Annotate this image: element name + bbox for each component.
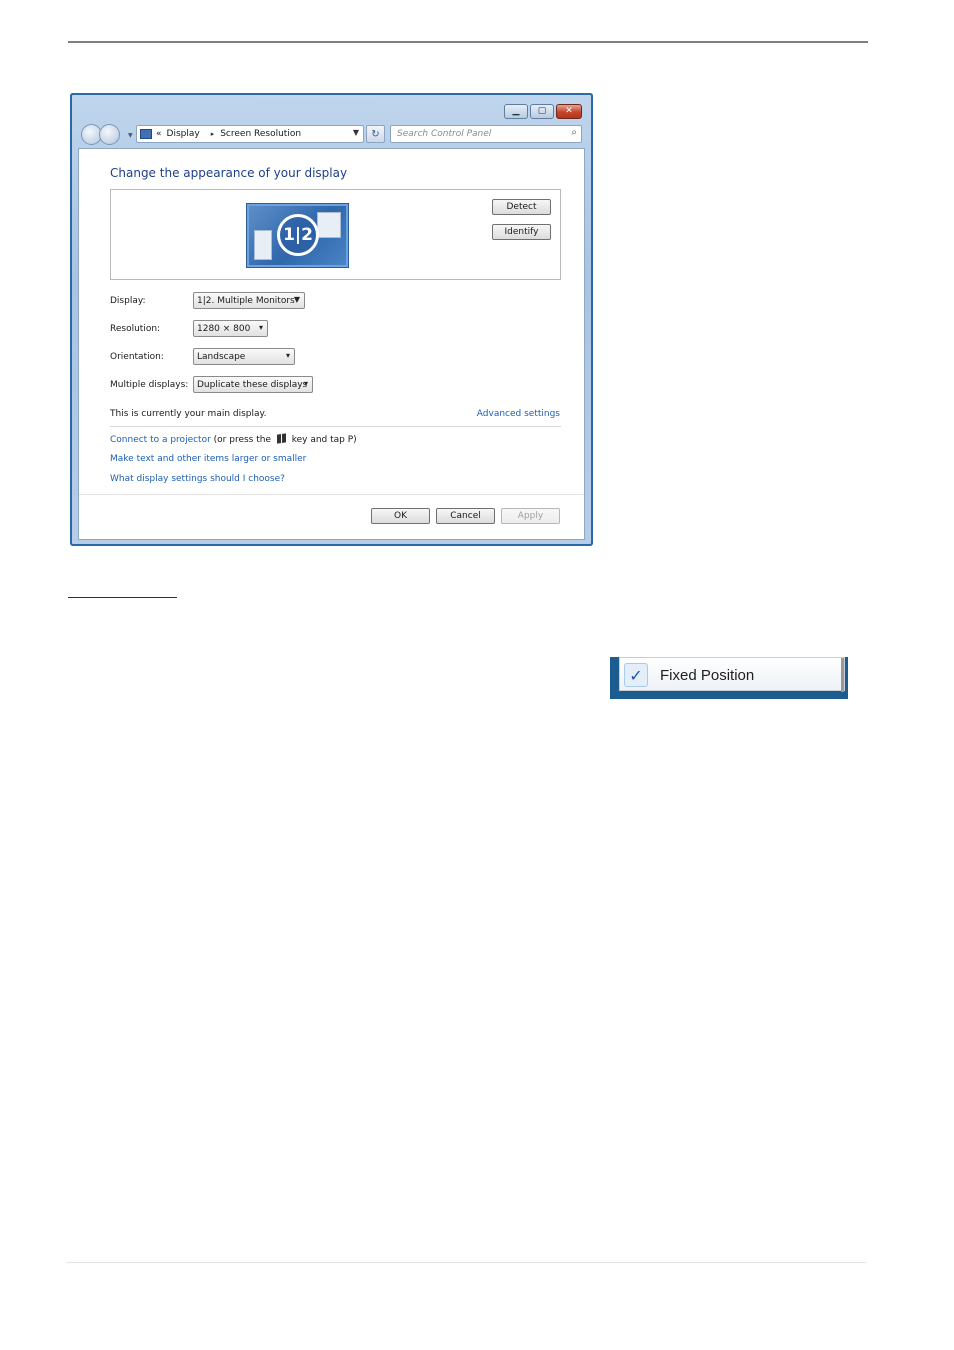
- chevron-down-icon: ▾: [303, 379, 308, 388]
- display-select-value: 1|2. Multiple Monitors: [197, 296, 295, 306]
- context-menu-snippet: ✓ Fixed Position: [610, 657, 848, 699]
- footer-divider: [79, 494, 584, 495]
- window-thumbnail-icon: [254, 230, 272, 260]
- page-title: Change the appearance of your display: [110, 166, 348, 180]
- apply-button[interactable]: Apply: [501, 508, 560, 524]
- monitor-icon[interactable]: 1|2: [247, 204, 348, 267]
- display-select[interactable]: 1|2. Multiple Monitors ▼: [193, 292, 305, 309]
- bottom-rule: [66, 1262, 866, 1263]
- projector-line: Connect to a projector (or press the key…: [110, 433, 357, 445]
- cancel-button[interactable]: Cancel: [436, 508, 495, 524]
- nav-buttons: [81, 124, 120, 145]
- chevron-down-icon: ▾: [258, 323, 263, 332]
- display-help-link[interactable]: What display settings should I choose?: [110, 474, 285, 484]
- chevron-down-icon: ▼: [293, 295, 300, 304]
- multiple-displays-select[interactable]: Duplicate these displays ▾: [193, 376, 313, 393]
- resolution-select-value: 1280 × 800: [197, 324, 251, 334]
- chevron-down-icon: ▾: [285, 351, 290, 360]
- monitor-panel: 1|2 Detect Identify: [110, 189, 561, 280]
- checkmark-icon: ✓: [624, 663, 648, 687]
- breadcrumb-separator-icon[interactable]: ▸: [211, 130, 215, 138]
- orientation-label: Orientation:: [110, 352, 164, 362]
- refresh-icon[interactable]: ↻: [366, 125, 385, 143]
- multiple-displays-label: Multiple displays:: [110, 380, 189, 390]
- fixed-position-label: Fixed Position: [660, 667, 755, 684]
- forward-button[interactable]: [99, 124, 120, 145]
- windows-key-icon: [276, 433, 286, 444]
- resolution-label: Resolution:: [110, 324, 161, 334]
- main-display-note: This is currently your main display.: [110, 409, 267, 419]
- top-rule: [68, 41, 868, 43]
- maximize-icon[interactable]: ▢: [530, 104, 554, 119]
- fixed-position-menu-item[interactable]: ✓ Fixed Position: [619, 657, 845, 692]
- minimize-icon[interactable]: ▁: [504, 104, 528, 119]
- search-placeholder: Search Control Panel: [397, 129, 492, 139]
- ok-button[interactable]: OK: [371, 508, 430, 524]
- address-dropdown-icon[interactable]: ▼: [353, 128, 359, 137]
- section-underline: [68, 597, 177, 598]
- search-icon[interactable]: ⌕: [571, 127, 577, 138]
- orientation-select[interactable]: Landscape ▾: [193, 348, 295, 365]
- identify-button[interactable]: Identify: [492, 224, 551, 240]
- breadcrumb-display[interactable]: Display: [167, 129, 200, 139]
- breadcrumb-screen-resolution[interactable]: Screen Resolution: [220, 129, 301, 139]
- close-icon[interactable]: ✕: [556, 104, 582, 119]
- address-prefix: «: [156, 129, 162, 139]
- search-input[interactable]: Search Control Panel ⌕: [390, 125, 582, 143]
- connect-projector-link[interactable]: Connect to a projector: [110, 435, 211, 445]
- monitor-number: 1|2: [277, 214, 319, 256]
- divider: [110, 426, 561, 427]
- window-thumbnail-icon: [317, 212, 341, 238]
- resolution-select[interactable]: 1280 × 800 ▾: [193, 320, 268, 337]
- display-label: Display:: [110, 296, 146, 306]
- orientation-select-value: Landscape: [197, 352, 246, 362]
- menu-edge: [841, 658, 844, 692]
- projector-hint-prefix: (or press the: [210, 435, 274, 445]
- control-panel-icon: [140, 129, 152, 139]
- advanced-settings-link[interactable]: Advanced settings: [477, 409, 560, 419]
- multiple-displays-select-value: Duplicate these displays: [197, 380, 308, 390]
- projector-hint-suffix: key and tap P): [288, 435, 357, 445]
- recent-pages-icon[interactable]: ▼: [128, 132, 133, 139]
- detect-button[interactable]: Detect: [492, 199, 551, 215]
- screen-resolution-window: ▁ ▢ ✕ ▼ « Display ▸ Screen Resolution ▼ …: [70, 93, 593, 546]
- caption-buttons: ▁ ▢ ✕: [504, 104, 582, 119]
- client-area: Change the appearance of your display 1|…: [78, 148, 585, 540]
- text-size-link[interactable]: Make text and other items larger or smal…: [110, 454, 306, 464]
- address-bar[interactable]: « Display ▸ Screen Resolution ▼: [136, 125, 364, 143]
